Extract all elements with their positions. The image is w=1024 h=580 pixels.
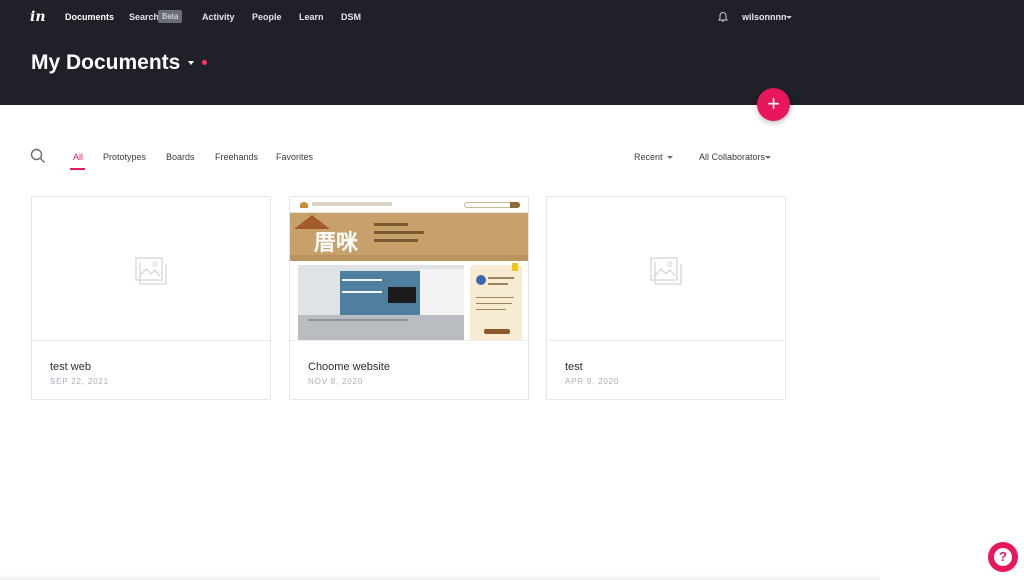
preview-header-text (312, 202, 392, 206)
document-date: NOV 8, 2020 (308, 377, 364, 386)
preview-shelf (342, 279, 382, 281)
bell-icon[interactable] (717, 11, 729, 23)
chevron-down-icon[interactable] (765, 156, 771, 159)
preview-search-button (510, 202, 520, 208)
preview-side-line (476, 303, 512, 304)
preview-side-line (476, 297, 514, 298)
top-header: in Documents Search Beta Activity People… (0, 0, 1024, 105)
document-card[interactable]: test APR 9, 2020 (546, 196, 786, 400)
notification-dot (202, 60, 207, 65)
placeholder-image-icon (650, 257, 682, 285)
document-date: APR 9, 2020 (565, 377, 620, 386)
preview-caption-bar (308, 319, 408, 321)
beta-badge: Beta (158, 10, 183, 23)
preview-logo (300, 202, 308, 208)
tab-freehands[interactable]: Freehands (215, 152, 258, 162)
collaborators-dropdown[interactable]: All Collaborators (699, 152, 765, 162)
chevron-down-icon[interactable] (188, 61, 194, 65)
preview-banner-line (374, 239, 418, 242)
preview-tv (388, 287, 416, 303)
tab-favorites[interactable]: Favorites (276, 152, 313, 162)
document-name[interactable]: test web (50, 361, 91, 373)
document-date: SEP 22, 2021 (50, 377, 109, 386)
tab-prototypes[interactable]: Prototypes (103, 152, 146, 162)
chevron-down-icon[interactable] (786, 16, 792, 19)
search-icon[interactable] (30, 148, 46, 164)
website-preview-thumbnail[interactable]: 厝咪 (290, 197, 528, 341)
preview-cabinet (420, 269, 464, 317)
document-name[interactable]: Choome website (308, 361, 390, 373)
document-thumbnail[interactable] (32, 197, 270, 341)
tab-all[interactable]: All (73, 152, 83, 162)
invision-logo[interactable]: in (30, 9, 46, 25)
nav-documents[interactable]: Documents (65, 12, 114, 22)
add-document-button[interactable]: + (757, 88, 790, 121)
chevron-down-icon[interactable] (667, 156, 673, 159)
page-title: My Documents (31, 51, 181, 74)
sort-dropdown[interactable]: Recent (634, 152, 663, 162)
document-thumbnail[interactable] (547, 197, 785, 341)
question-mark-icon: ? (994, 548, 1012, 566)
preview-side-line (488, 277, 514, 279)
help-button[interactable]: ? (988, 542, 1018, 572)
preview-side-line (476, 309, 506, 310)
document-name[interactable]: test (565, 361, 583, 373)
preview-brand: 厝咪 (314, 230, 359, 256)
nav-learn[interactable]: Learn (299, 12, 324, 22)
facebook-icon (476, 275, 486, 285)
bottom-edge (0, 574, 880, 580)
preview-shelf (342, 291, 382, 293)
placeholder-image-icon (135, 257, 167, 285)
preview-side-line (488, 283, 508, 285)
nav-dsm[interactable]: DSM (341, 12, 361, 22)
document-card[interactable]: test web SEP 22, 2021 (31, 196, 271, 400)
main-nav: in Documents Search Beta Activity People… (0, 0, 1024, 34)
preview-banner-line (374, 223, 408, 226)
active-tab-indicator (70, 168, 85, 170)
preview-photo (298, 265, 464, 340)
preview-tag (512, 263, 518, 271)
document-card[interactable]: 厝咪 Choome website NOV 8, 2020 (289, 196, 529, 400)
tab-boards[interactable]: Boards (166, 152, 195, 162)
preview-side-button (484, 329, 510, 334)
nav-activity[interactable]: Activity (202, 12, 235, 22)
nav-search[interactable]: Search (129, 12, 159, 22)
nav-people[interactable]: People (252, 12, 282, 22)
user-menu[interactable]: wilsonnnn (742, 12, 787, 22)
preview-menu-bar (290, 255, 528, 261)
preview-banner-line (374, 231, 424, 234)
